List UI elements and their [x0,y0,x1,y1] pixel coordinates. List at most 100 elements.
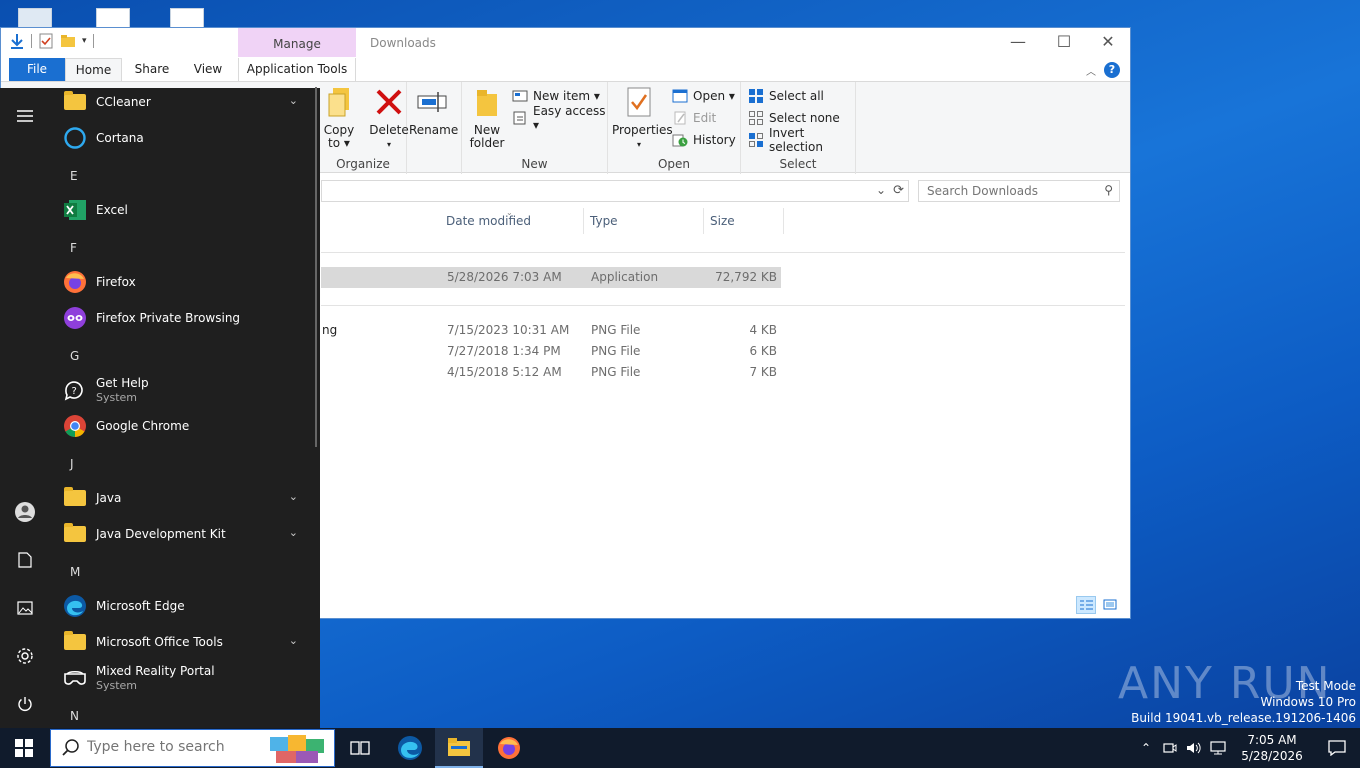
letter-heading[interactable]: E [70,169,78,183]
help-icon[interactable]: ? [1104,62,1120,78]
taskbar-firefox-button[interactable] [485,728,533,768]
app-name: Firefox [96,274,136,289]
select-all-button[interactable]: Select all [748,86,824,106]
rename-button[interactable]: Rename [409,86,458,137]
documents-icon[interactable] [0,540,50,580]
start-menu-scrollbar[interactable] [315,87,317,447]
volume-icon[interactable] [1182,728,1206,768]
clock[interactable]: 7:05 AM 5/28/2026 [1230,732,1314,764]
app-cortana[interactable]: Cortana [50,120,312,156]
letter-heading[interactable]: J [70,457,74,471]
user-account-icon[interactable] [0,492,50,532]
close-button[interactable]: ✕ [1085,28,1131,58]
ribbon-tab-bar: File Home Share View Application Tools ︿… [1,58,1130,81]
new-item-button[interactable]: New item ▾ [512,86,600,106]
collapse-ribbon-icon[interactable]: ︿ [1086,63,1096,78]
network-icon[interactable] [1206,728,1230,768]
divider [31,34,32,48]
task-view-button[interactable] [336,728,384,768]
get-help-icon: ? [62,377,88,403]
tab-home[interactable]: Home [65,58,122,81]
new-folder-button[interactable]: New folder [468,86,506,150]
notification-center-button[interactable] [1314,728,1360,768]
tab-application-tools[interactable]: Application Tools [238,58,356,81]
chevron-up-icon[interactable]: ⌃ [1134,728,1158,768]
invert-selection-button[interactable]: Invert selection [748,126,855,154]
chevron-down-icon[interactable]: ⌄ [876,183,886,197]
title-bar: ▾ Manage Downloads — ☐ ✕ [1,28,1130,58]
settings-gear-icon[interactable] [0,636,50,676]
select-none-button[interactable]: Select none [748,108,840,128]
search-icon: ⚲ [1104,183,1113,197]
app-get-help[interactable]: ? Get Help System [50,372,312,408]
clock-time: 7:05 AM [1247,733,1297,747]
desktop-recycle-bin-icon[interactable] [18,8,52,28]
tab-share[interactable]: Share [129,58,175,81]
copy-to-button[interactable]: Copy to ▾ [323,86,355,150]
new-folder-label: New [473,123,501,137]
letter-heading[interactable]: N [70,709,79,723]
properties-check-icon[interactable] [38,33,54,49]
qat-dropdown-icon[interactable]: ▾ [82,36,87,46]
maximize-button[interactable]: ☐ [1041,28,1087,58]
desktop-file-icon[interactable] [96,8,130,28]
new-folder-icon[interactable] [60,33,76,49]
desktop-file-icon[interactable] [170,8,204,28]
file-row[interactable]: 5/28/2026 7:03 AM Application 72,792 KB [321,267,781,288]
start-button[interactable] [0,728,48,768]
column-size[interactable]: Size [704,208,784,234]
app-subtitle: System [96,678,138,692]
app-google-chrome[interactable]: Google Chrome [50,408,312,444]
open-button[interactable]: Open ▾ [672,86,735,106]
app-firefox-private-browsing[interactable]: Firefox Private Browsing [50,300,312,336]
meet-now-icon[interactable] [1158,728,1182,768]
taskbar-file-explorer-button[interactable] [435,728,483,768]
file-size: 72,792 KB [715,270,777,284]
taskbar-search-box[interactable] [50,729,335,767]
letter-heading[interactable]: M [70,565,80,579]
app-java[interactable]: Java ⌄ [50,480,312,516]
history-button[interactable]: History [672,130,736,150]
delete-button[interactable]: Delete ▾ [369,86,409,151]
app-mixed-reality-portal[interactable]: Mixed Reality Portal System [50,660,312,696]
open-icon [672,88,688,104]
app-list: CCleaner ⌄ Cortana E Excel F Firefox Fir… [50,88,320,728]
down-arrow-icon[interactable] [9,33,25,49]
app-ccleaner[interactable]: CCleaner ⌄ [50,88,312,120]
column-type[interactable]: Type [584,208,704,234]
large-icons-view-icon[interactable] [1100,596,1120,614]
column-date-modified[interactable]: ⌄ Date modified [440,208,584,234]
group-divider [321,252,1125,253]
edit-button[interactable]: Edit [672,108,716,128]
letter-heading[interactable]: F [70,241,77,255]
hamburger-menu-icon[interactable] [0,96,50,136]
tab-file[interactable]: File [9,58,65,81]
search-box[interactable]: ⚲ [918,180,1120,202]
refresh-icon[interactable]: ⟳ [893,183,904,198]
taskbar-search-input[interactable] [87,739,267,755]
manage-contextual-label: Manage [238,28,356,57]
search-input[interactable] [919,181,1089,201]
mixed-reality-icon [62,665,88,691]
view-switcher [1076,596,1120,614]
start-rail [0,88,50,728]
easy-access-button[interactable]: Easy access ▾ [512,104,607,132]
minimize-button[interactable]: — [995,28,1041,58]
letter-heading[interactable]: G [70,349,79,363]
folder-icon [64,523,86,542]
app-firefox[interactable]: Firefox [50,264,312,300]
details-view-icon[interactable] [1076,596,1096,614]
app-java-development-kit[interactable]: Java Development Kit ⌄ [50,516,312,552]
properties-button[interactable]: Properties ▾ [612,86,673,151]
new-folder-label-2: folder [469,136,505,150]
organize-label: Organize [336,157,390,171]
tab-view[interactable]: View [187,58,229,81]
address-field[interactable]: ⌄ ⟳ [321,180,909,202]
taskbar-edge-button[interactable] [386,728,434,768]
pictures-icon[interactable] [0,588,50,628]
app-microsoft-office-tools[interactable]: Microsoft Office Tools ⌄ [50,624,312,660]
app-microsoft-edge[interactable]: Microsoft Edge [50,588,312,624]
app-excel[interactable]: Excel [50,192,312,228]
open-label: Open ▾ [693,89,735,103]
power-icon[interactable] [0,684,50,724]
